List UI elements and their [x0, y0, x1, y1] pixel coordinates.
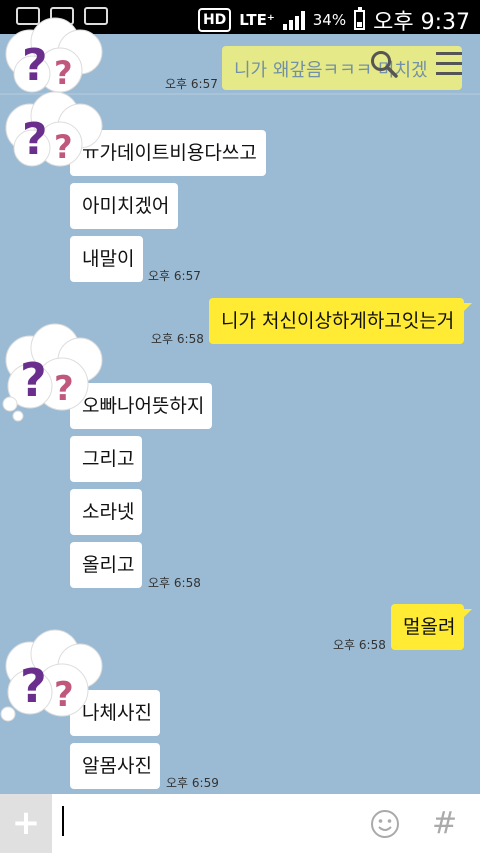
search-highlight: 니가 왜갚음ㅋㅋㅋ 미치겠	[222, 46, 462, 90]
search-icon[interactable]	[370, 50, 398, 78]
svg-text:?: ?	[20, 353, 47, 407]
message-time: 오후 6:57	[148, 269, 201, 283]
message-bubble[interactable]: 소라넷	[70, 489, 142, 535]
menu-icon[interactable]	[436, 52, 462, 76]
question-cloud-sticker: ? ?	[0, 629, 103, 722]
message-bubble[interactable]: 내말이	[70, 236, 143, 282]
emoticon-icon[interactable]	[370, 809, 400, 839]
status-clock: 오후 9:37	[373, 10, 470, 35]
message-time: 오후 6:59	[166, 776, 219, 790]
message-time: 오후 6:58	[148, 576, 201, 590]
bubble-tail	[462, 609, 472, 619]
hd-voice-icon: HD	[197, 8, 232, 32]
message-bubble[interactable]: 아미치겠어	[70, 183, 178, 229]
bubble-tail	[462, 303, 472, 313]
battery-percent: 34%	[312, 11, 347, 29]
message-time: 오후 6:58	[333, 638, 386, 652]
hash-icon[interactable]: #	[432, 806, 457, 841]
message-time: 오후 6:58	[151, 332, 204, 346]
message-bubble[interactable]: 그리고	[70, 436, 142, 482]
question-cloud-sticker: ? ?	[2, 323, 103, 422]
svg-text:?: ?	[22, 114, 48, 165]
lte-icon: LTE⁺	[239, 11, 275, 29]
svg-text:?: ?	[54, 675, 74, 715]
svg-text:?: ?	[54, 128, 73, 166]
attach-button[interactable]: +	[0, 794, 52, 853]
svg-text:?: ?	[20, 659, 47, 713]
my-message-bubble[interactable]: 니가 처신이상하게하고잇는거	[209, 298, 464, 344]
my-message-bubble[interactable]: 멀올려	[391, 604, 464, 650]
svg-text:?: ?	[22, 40, 48, 91]
message-time: 오후 6:57	[165, 77, 218, 91]
message-input-bar: +	[0, 794, 480, 853]
battery-icon	[354, 7, 366, 30]
text-cursor	[62, 806, 64, 836]
message-bubble[interactable]: 알몸사진	[70, 743, 160, 789]
search-highlight-text: 니가 왜갚음ㅋㅋㅋ 미치겠	[234, 60, 428, 81]
svg-text:?: ?	[54, 369, 74, 409]
message-input[interactable]	[58, 804, 348, 842]
message-bubble[interactable]: 올리고	[70, 542, 142, 588]
svg-text:?: ?	[54, 54, 73, 92]
signal-icon	[282, 10, 305, 30]
question-cloud-sticker: ? ?	[5, 91, 103, 167]
